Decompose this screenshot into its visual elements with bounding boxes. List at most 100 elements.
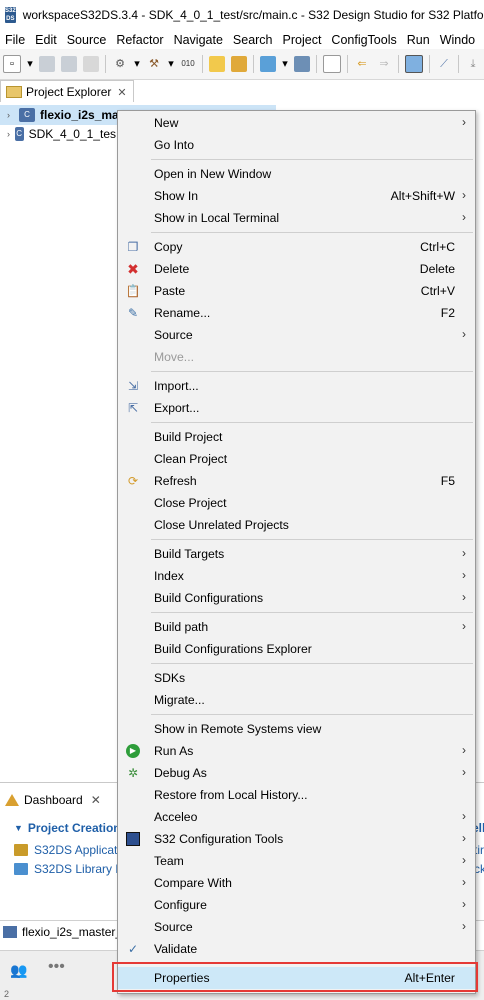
binary-icon[interactable]: 010 xyxy=(180,56,196,72)
expand-arrow-icon[interactable]: › xyxy=(7,129,13,139)
print-icon[interactable] xyxy=(83,56,99,72)
menu-item-restore-from-local-history[interactable]: Restore from Local History... xyxy=(118,784,475,806)
menu-item-build-configurations-explorer[interactable]: Build Configurations Explorer xyxy=(118,638,475,660)
menu-refactor[interactable]: Refactor xyxy=(111,33,168,47)
menu-item-clean-project[interactable]: Clean Project xyxy=(118,448,475,470)
menu-file[interactable]: File xyxy=(0,33,30,47)
menu-navigate[interactable]: Navigate xyxy=(169,33,228,47)
menu-run[interactable]: Run xyxy=(402,33,435,47)
menu-item-copy[interactable]: ❐ Copy Ctrl+C xyxy=(118,236,475,258)
menu-item-compare-with[interactable]: Compare With › xyxy=(118,872,475,894)
save-icon[interactable] xyxy=(39,56,55,72)
menu-source[interactable]: Source xyxy=(62,33,112,47)
tab-project-explorer[interactable]: Project Explorer ✕ xyxy=(0,80,134,103)
list-item[interactable]: S32DS Applicat xyxy=(14,843,117,857)
application-icon xyxy=(14,844,28,856)
menu-item-source-2[interactable]: Source › xyxy=(118,916,475,938)
toolbar-separator xyxy=(316,55,317,73)
build-hammer-icon[interactable]: ⚒ xyxy=(146,56,162,72)
submenu-arrow-icon: › xyxy=(462,897,466,911)
menu-item-sdks[interactable]: SDKs xyxy=(118,667,475,689)
menu-item-show-in[interactable]: Show In Alt+Shift+W › xyxy=(118,185,475,207)
menu-item-properties[interactable]: Properties Alt+Enter xyxy=(118,967,475,989)
menu-item-open-in-new-window[interactable]: Open in New Window xyxy=(118,163,475,185)
dropdown-arrow-icon[interactable]: ▾ xyxy=(168,56,174,72)
display-icon[interactable] xyxy=(405,55,423,73)
menu-item-go-into[interactable]: Go Into xyxy=(118,134,475,156)
menu-edit[interactable]: Edit xyxy=(30,33,62,47)
menu-item-debug-as[interactable]: ✲ Debug As › xyxy=(118,762,475,784)
menu-item-s32-configuration-tools[interactable]: S32 Configuration Tools › xyxy=(118,828,475,850)
menu-item-delete[interactable]: ✖ Delete Delete xyxy=(118,258,475,280)
list-item[interactable]: S32DS Library P xyxy=(14,862,123,876)
expand-arrow-icon[interactable]: › xyxy=(7,110,17,120)
dropdown-arrow-icon[interactable]: ▾ xyxy=(282,56,288,72)
menu-project[interactable]: Project xyxy=(278,33,327,47)
menu-item-build-configurations[interactable]: Build Configurations › xyxy=(118,587,475,609)
tree-row-project[interactable]: › C SDK_4_0_1_tes xyxy=(0,124,116,144)
open-type-icon[interactable] xyxy=(231,56,247,72)
export-icon: ⇱ xyxy=(127,401,139,415)
project-icon xyxy=(3,926,17,938)
menu-item-source[interactable]: Source › xyxy=(118,324,475,346)
submenu-arrow-icon: › xyxy=(462,546,466,560)
menu-item-refresh[interactable]: ⟳ Refresh F5 xyxy=(118,470,475,492)
download-icon[interactable]: ⤓ xyxy=(465,56,481,72)
menu-item-team[interactable]: Team › xyxy=(118,850,475,872)
dropdown-arrow-icon[interactable]: ▾ xyxy=(134,56,140,72)
toolbar-separator xyxy=(429,55,430,73)
submenu-arrow-icon: › xyxy=(462,853,466,867)
menu-configtools[interactable]: ConfigTools xyxy=(326,33,401,47)
pin-icon[interactable]: ⟋ xyxy=(436,56,452,72)
menu-item-paste[interactable]: 📋 Paste Ctrl+V xyxy=(118,280,475,302)
menu-item-run-as[interactable]: ▶ Run As › xyxy=(118,740,475,762)
window-title: workspaceS32DS.3.4 - SDK_4_0_1_test/src/… xyxy=(22,8,484,22)
menu-item-index[interactable]: Index › xyxy=(118,565,475,587)
save-all-icon[interactable] xyxy=(61,56,77,72)
menu-item-close-project[interactable]: Close Project xyxy=(118,492,475,514)
section-title[interactable]: ▼ Project Creation xyxy=(14,821,121,835)
tab-label: Dashboard xyxy=(24,793,83,807)
menu-item-build-targets[interactable]: Build Targets › xyxy=(118,543,475,565)
close-icon[interactable]: ✕ xyxy=(117,86,126,99)
menu-item-rename[interactable]: ✎ Rename... F2 xyxy=(118,302,475,324)
tab-dashboard[interactable]: Dashboard ✕ xyxy=(0,789,101,811)
back-arrow-icon[interactable]: ⇐ xyxy=(354,56,370,72)
build-config-icon[interactable]: ⚙ xyxy=(112,56,128,72)
menu-item-build-project[interactable]: Build Project xyxy=(118,426,475,448)
submenu-arrow-icon: › xyxy=(462,210,466,224)
document-icon[interactable] xyxy=(323,55,341,73)
menu-search[interactable]: Search xyxy=(228,33,278,47)
submenu-arrow-icon: › xyxy=(462,188,466,202)
dropdown-arrow-icon[interactable]: ▾ xyxy=(27,56,33,72)
menu-item-new[interactable]: New › xyxy=(118,112,475,134)
forward-arrow-icon[interactable]: ⇒ xyxy=(376,56,392,72)
menu-item-validate[interactable]: ✓ Validate xyxy=(118,938,475,960)
people-icon[interactable]: 👥 xyxy=(10,962,27,979)
terminal-icon[interactable] xyxy=(294,56,310,72)
menu-item-configure[interactable]: Configure › xyxy=(118,894,475,916)
submenu-arrow-icon: › xyxy=(462,831,466,845)
menu-separator xyxy=(151,232,473,233)
menu-item-build-path[interactable]: Build path › xyxy=(118,616,475,638)
menu-item-acceleo[interactable]: Acceleo › xyxy=(118,806,475,828)
menu-item-move: Move... xyxy=(154,350,194,364)
debug-icon: ✲ xyxy=(127,766,139,780)
new-project-icon[interactable] xyxy=(209,56,225,72)
menu-item-migrate[interactable]: Migrate... xyxy=(118,689,475,711)
menu-item-show-in-local-terminal[interactable]: Show in Local Terminal › xyxy=(118,207,475,229)
menu-window[interactable]: Windo xyxy=(435,33,480,47)
close-icon[interactable]: ✕ xyxy=(91,793,101,807)
menu-separator xyxy=(151,371,473,372)
menu-item-import[interactable]: ⇲ Import... xyxy=(118,375,475,397)
menu-item-close-unrelated-projects[interactable]: Close Unrelated Projects xyxy=(118,514,475,536)
monitor-icon[interactable] xyxy=(260,56,276,72)
rename-icon: ✎ xyxy=(127,306,139,320)
more-icon[interactable]: ••• xyxy=(48,958,65,976)
toolbar-separator xyxy=(398,55,399,73)
menu-item-export[interactable]: ⇱ Export... xyxy=(118,397,475,419)
menu-item-show-in-remote-systems-view[interactable]: Show in Remote Systems view xyxy=(118,718,475,740)
new-icon[interactable]: ▫ xyxy=(3,55,21,73)
collapse-arrow-icon[interactable]: ▼ xyxy=(14,823,23,833)
menu-separator xyxy=(151,422,473,423)
